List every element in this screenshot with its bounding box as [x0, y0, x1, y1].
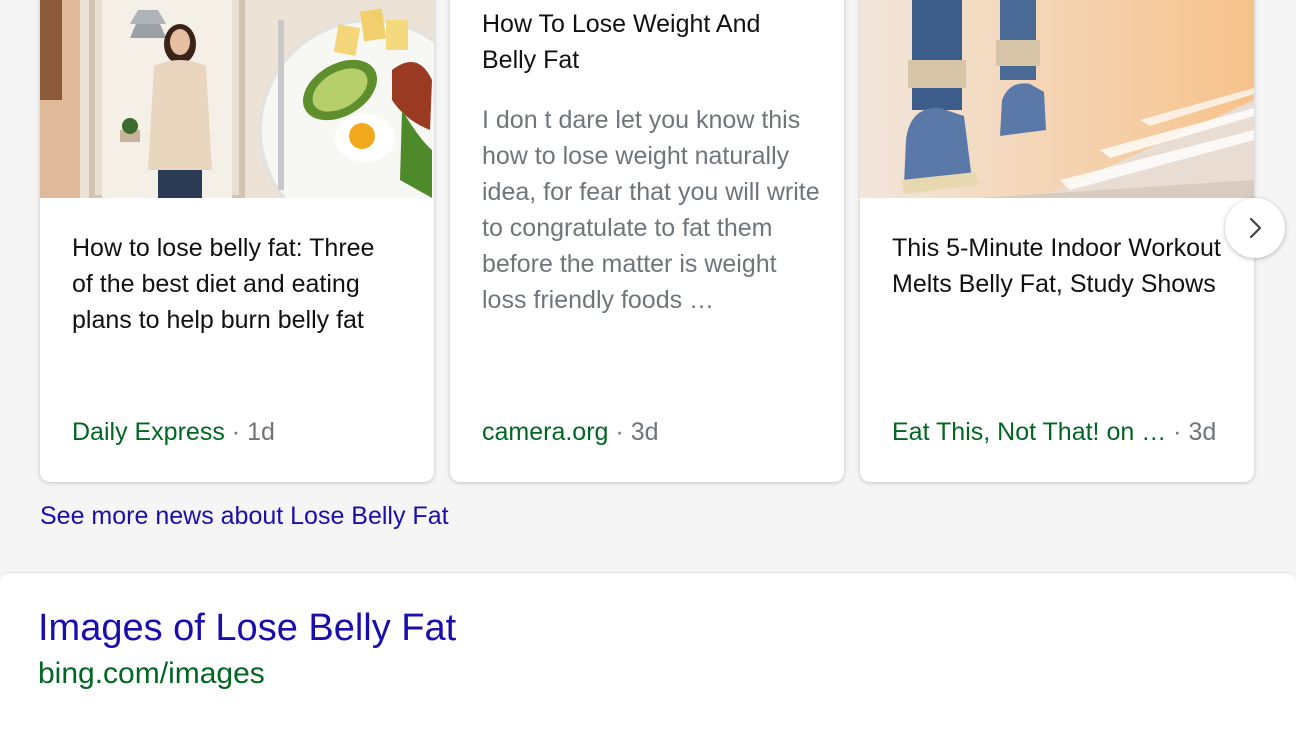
meta-separator: · [615, 418, 624, 446]
news-age: 1d [247, 418, 275, 446]
news-source: Eat This, Not That! on … [892, 418, 1167, 446]
news-source: camera.org [482, 418, 609, 446]
news-snippet: I don t dare let you know this how to lo… [482, 106, 820, 314]
news-thumbnail-image[interactable] [860, 0, 1254, 198]
news-headline[interactable]: This 5-Minute Indoor Workout Melts Belly… [892, 230, 1222, 302]
news-meta: Daily Express · 1d [72, 414, 275, 450]
news-headline[interactable]: How To Lose Weight And Belly Fat [482, 6, 812, 78]
news-source: Daily Express [72, 418, 225, 446]
news-thumbnail-image[interactable] [40, 0, 434, 198]
carousel-next-button[interactable] [1225, 198, 1285, 258]
news-card[interactable]: How To Lose Weight And Belly Fat I don t… [450, 0, 844, 482]
news-headline[interactable]: How to lose belly fat: Three of the best… [72, 230, 402, 338]
news-carousel: How to lose belly fat: Three of the best… [0, 0, 1296, 530]
chevron-right-icon [1249, 217, 1262, 239]
news-card[interactable]: How to lose belly fat: Three of the best… [40, 0, 434, 482]
see-more-news-link[interactable]: See more news about Lose Belly Fat [40, 498, 449, 534]
meta-separator: · [1173, 418, 1182, 446]
images-result: Images of Lose Belly Fat bing.com/images [0, 572, 1296, 733]
images-result-title-link[interactable]: Images of Lose Belly Fat [38, 605, 456, 651]
news-age: 3d [630, 418, 659, 446]
news-card[interactable]: This 5-Minute Indoor Workout Melts Belly… [860, 0, 1254, 482]
news-meta: camera.org · 3d [482, 414, 659, 450]
news-meta: Eat This, Not That! on … · 3d [892, 414, 1216, 450]
meta-separator: · [231, 418, 241, 446]
news-age: 3d [1188, 418, 1217, 446]
images-result-url: bing.com/images [38, 657, 265, 690]
